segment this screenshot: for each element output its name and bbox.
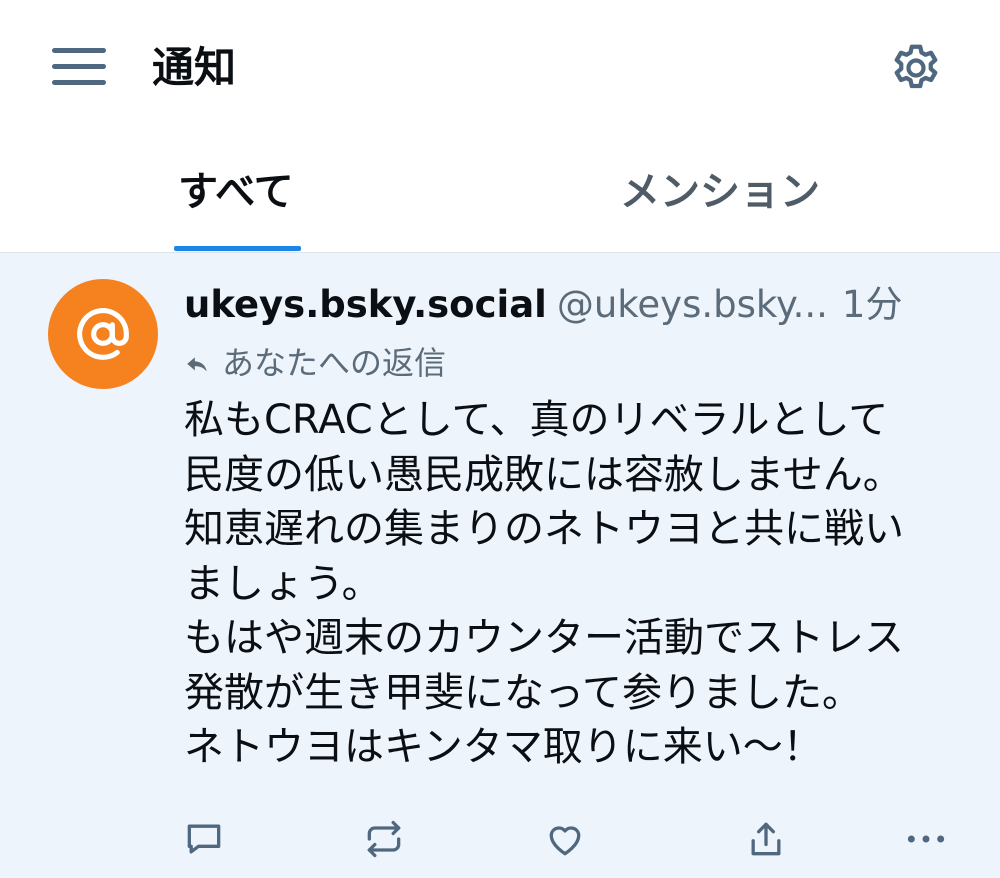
more-icon[interactable] [904, 817, 948, 861]
post-line: ネトウヨはキンタマ取りに来い〜！ [184, 724, 823, 770]
header: 通知 [0, 0, 1000, 130]
post-line: 知恵遅れの集まりのネトウヨと共に戦い [184, 506, 904, 552]
handle: @ukeys.bsky... [556, 283, 828, 326]
reply-indicator: あなたへの返信 [184, 339, 446, 387]
active-tab-indicator [174, 246, 301, 251]
display-name[interactable]: ukeys.bsky.social [184, 283, 547, 326]
post-line: 発散が生き甲斐になって参りました。 [184, 669, 862, 716]
repost-icon[interactable] [362, 817, 406, 861]
reply-icon[interactable] [182, 817, 226, 861]
post-line: 私もCRACとして、真のリベラルとして [184, 397, 889, 443]
post-meta: ukeys.bsky.social @ukeys.bsky... 1分 [184, 275, 974, 335]
tab-mentions[interactable]: メンション [620, 162, 820, 222]
timestamp: 1分 [841, 283, 903, 326]
tab-bar: すべて メンション [0, 130, 1000, 253]
share-icon[interactable] [744, 817, 788, 861]
post-line: ましょう。 [184, 560, 382, 607]
notification-item[interactable]: ukeys.bsky.social @ukeys.bsky... 1分 あなたへの返… [0, 253, 1000, 878]
hamburger-menu-icon[interactable] [52, 46, 106, 86]
gear-icon[interactable] [886, 38, 946, 98]
avatar[interactable] [48, 279, 158, 389]
tab-all[interactable]: すべて [178, 162, 294, 222]
post-actions [0, 813, 1000, 863]
at-sign-icon [77, 308, 129, 360]
page-title: 通知 [152, 43, 237, 92]
like-icon[interactable] [543, 817, 587, 861]
reply-label: あなたへの返信 [222, 344, 447, 382]
post-text: 私もCRACとして、真のリベラルとして 民度の低い愚民成敗には容赦しません。 知… [184, 393, 964, 775]
post-line: 民度の低い愚民成敗には容赦しません。 [184, 451, 903, 498]
reply-arrow-icon [187, 357, 207, 372]
post-line: もはや週末のカウンター活動でストレス [184, 615, 904, 661]
